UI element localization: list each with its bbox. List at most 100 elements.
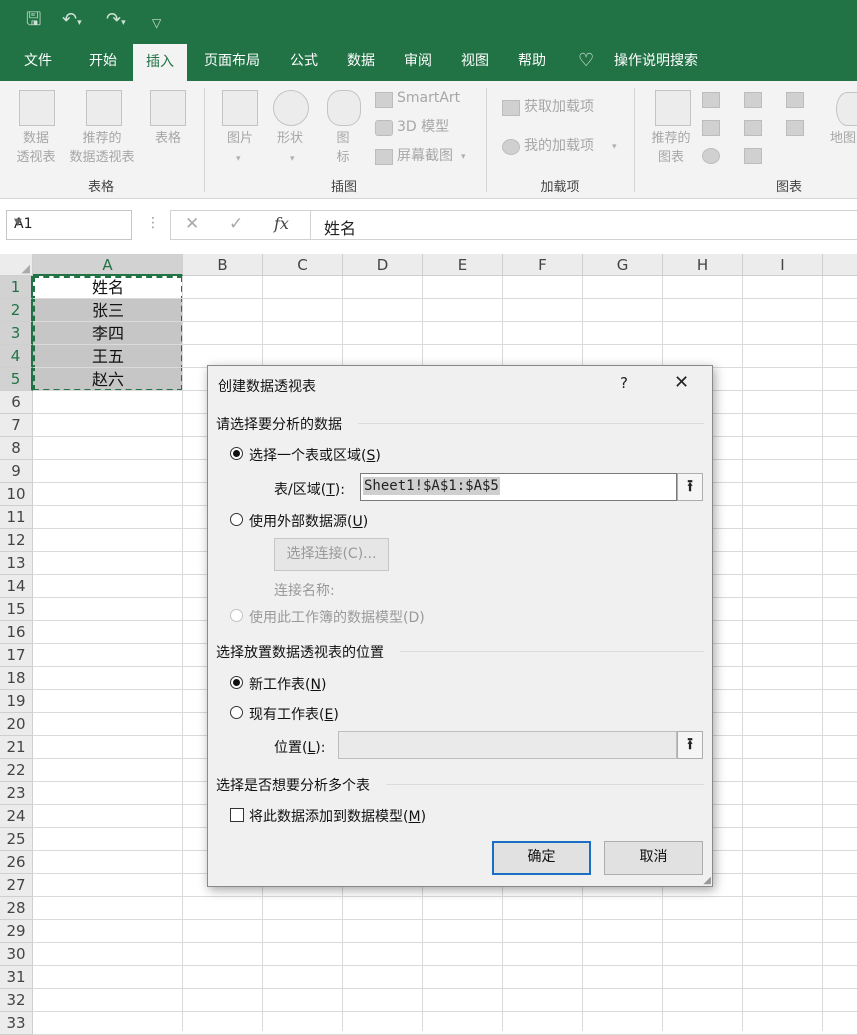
- collapse-dialog-button[interactable]: ⭱: [677, 473, 703, 501]
- row-header[interactable]: 27: [0, 874, 33, 897]
- close-button[interactable]: ✕: [674, 372, 689, 393]
- select-all-corner[interactable]: ◢: [0, 254, 33, 276]
- label-select-range[interactable]: 选择一个表或区域(S): [249, 445, 381, 465]
- checkbox-add-to-data-model[interactable]: [230, 808, 244, 822]
- row-header[interactable]: 31: [0, 966, 33, 989]
- resize-grip-icon[interactable]: ◢: [703, 875, 711, 886]
- tell-me-search[interactable]: 操作说明搜索: [604, 42, 708, 81]
- my-addins-button[interactable]: 我的加载项: [524, 137, 594, 156]
- formula-input[interactable]: 姓名: [310, 210, 857, 240]
- line-chart-icon[interactable]: [702, 120, 720, 136]
- tab-formulas[interactable]: 公式: [278, 42, 330, 81]
- row-header[interactable]: 6: [0, 391, 33, 414]
- radio-existing-worksheet[interactable]: [230, 706, 243, 719]
- row-header[interactable]: 11: [0, 506, 33, 529]
- radio-data-model[interactable]: [230, 609, 243, 622]
- recommended-charts-button[interactable]: 推荐的 图表: [644, 129, 698, 167]
- row-header[interactable]: 10: [0, 483, 33, 506]
- scatter-chart-icon[interactable]: [744, 148, 762, 164]
- row-header[interactable]: 1: [0, 276, 33, 299]
- tab-page-layout[interactable]: 页面布局: [192, 42, 272, 81]
- row-header[interactable]: 26: [0, 851, 33, 874]
- location-input[interactable]: [338, 731, 677, 759]
- row-header[interactable]: 12: [0, 529, 33, 552]
- row-header[interactable]: 19: [0, 690, 33, 713]
- redo-icon[interactable]: ↷▾: [106, 10, 126, 33]
- row-header[interactable]: 30: [0, 943, 33, 966]
- ok-button[interactable]: 确定: [492, 841, 591, 875]
- name-box[interactable]: A1 ▼: [6, 210, 132, 240]
- column-chart-icon[interactable]: [702, 92, 720, 108]
- column-header-c[interactable]: C: [263, 254, 343, 276]
- column-header-g[interactable]: G: [583, 254, 663, 276]
- range-input[interactable]: Sheet1!$A$1:$A$5: [360, 473, 677, 501]
- row-header[interactable]: 25: [0, 828, 33, 851]
- waterfall-chart-icon[interactable]: [744, 120, 762, 136]
- pie-chart-icon[interactable]: [702, 148, 720, 164]
- label-external-source[interactable]: 使用外部数据源(U): [249, 511, 368, 531]
- row-header[interactable]: 22: [0, 759, 33, 782]
- column-header-i[interactable]: I: [743, 254, 823, 276]
- row-header[interactable]: 14: [0, 575, 33, 598]
- statistic-chart-icon[interactable]: [786, 92, 804, 108]
- choose-connection-button[interactable]: 选择连接(C)...: [274, 538, 389, 571]
- pivottable-button[interactable]: 数据 透视表: [10, 129, 62, 167]
- hierarchy-chart-icon[interactable]: [744, 92, 762, 108]
- combo-chart-icon[interactable]: [786, 120, 804, 136]
- column-header-e[interactable]: E: [423, 254, 503, 276]
- collapse-dialog-button[interactable]: ⭱: [677, 731, 703, 759]
- get-addins-button[interactable]: 获取加载项: [524, 98, 594, 117]
- radio-external-source[interactable]: [230, 513, 243, 526]
- column-header-partial[interactable]: [823, 254, 857, 276]
- row-header[interactable]: 18: [0, 667, 33, 690]
- column-header-b[interactable]: B: [183, 254, 263, 276]
- cancel-icon[interactable]: ✕: [185, 214, 199, 234]
- recommended-pivot-button[interactable]: 推荐的 数据透视表: [62, 129, 142, 167]
- row-header[interactable]: 3: [0, 322, 33, 345]
- tab-file[interactable]: 文件: [8, 42, 68, 81]
- tab-data[interactable]: 数据: [335, 42, 387, 81]
- cancel-button[interactable]: 取消: [604, 841, 703, 875]
- row-header[interactable]: 17: [0, 644, 33, 667]
- icons-button[interactable]: 图 标: [328, 129, 358, 167]
- row-header[interactable]: 7: [0, 414, 33, 437]
- undo-icon[interactable]: ↶▾: [62, 10, 82, 33]
- row-header[interactable]: 2: [0, 299, 33, 322]
- row-header[interactable]: 23: [0, 782, 33, 805]
- tab-review[interactable]: 审阅: [392, 42, 444, 81]
- map-button[interactable]: 地图: [830, 129, 857, 148]
- customize-qat-icon[interactable]: ▽: [152, 13, 161, 33]
- tab-insert[interactable]: 插入: [133, 44, 187, 81]
- chevron-down-icon[interactable]: ▼: [14, 217, 125, 228]
- row-header[interactable]: 13: [0, 552, 33, 575]
- help-button[interactable]: ?: [620, 374, 628, 392]
- save-icon[interactable]: 🖫: [26, 10, 41, 30]
- row-header[interactable]: 32: [0, 989, 33, 1012]
- row-header[interactable]: 33: [0, 1012, 33, 1035]
- column-header-a[interactable]: A: [33, 254, 183, 276]
- shapes-button[interactable]: 形状: [268, 129, 312, 148]
- smartart-button[interactable]: SmartArt: [397, 89, 460, 108]
- row-header[interactable]: 9: [0, 460, 33, 483]
- radio-new-worksheet[interactable]: [230, 676, 243, 689]
- row-header[interactable]: 21: [0, 736, 33, 759]
- column-header-h[interactable]: H: [663, 254, 743, 276]
- label-new-worksheet[interactable]: 新工作表(N): [249, 674, 326, 694]
- tab-home[interactable]: 开始: [73, 42, 133, 81]
- table-button[interactable]: 表格: [145, 129, 191, 148]
- column-header-d[interactable]: D: [343, 254, 423, 276]
- row-header[interactable]: 24: [0, 805, 33, 828]
- tab-view[interactable]: 视图: [449, 42, 501, 81]
- tab-help[interactable]: 帮助: [506, 42, 558, 81]
- label-data-model[interactable]: 使用此工作簿的数据模型(D): [249, 607, 425, 627]
- label-add-to-data-model[interactable]: 将此数据添加到数据模型(M): [249, 806, 426, 826]
- 3d-model-button[interactable]: 3D 模型: [397, 118, 449, 137]
- row-header[interactable]: 28: [0, 897, 33, 920]
- row-header[interactable]: 8: [0, 437, 33, 460]
- column-header-f[interactable]: F: [503, 254, 583, 276]
- row-header[interactable]: 5: [0, 368, 33, 391]
- row-header[interactable]: 29: [0, 920, 33, 943]
- insert-function-icon[interactable]: fx: [274, 214, 289, 233]
- row-header[interactable]: 4: [0, 345, 33, 368]
- pictures-button[interactable]: 图片: [218, 129, 262, 148]
